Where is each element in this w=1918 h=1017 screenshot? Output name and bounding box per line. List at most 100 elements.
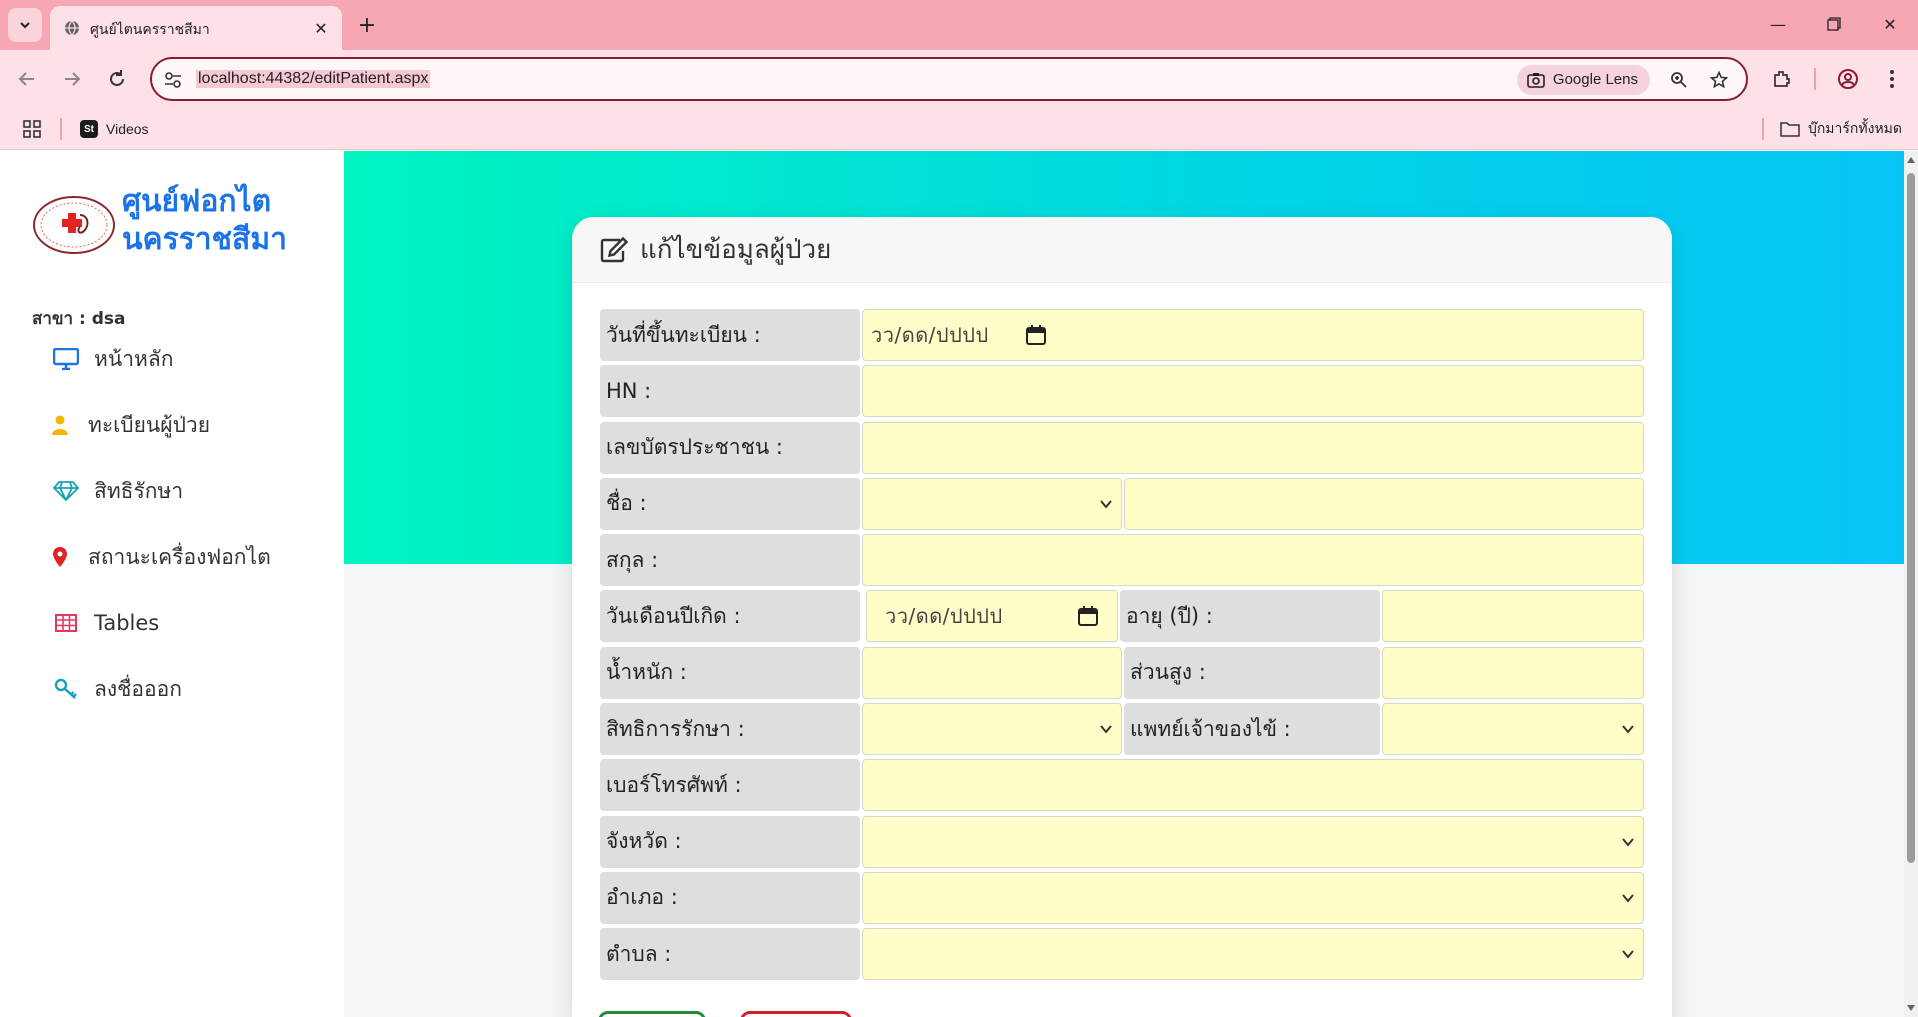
chevron-down-icon bbox=[1622, 725, 1634, 734]
folder-icon bbox=[1780, 122, 1800, 137]
sidebar-item-label: หน้าหลัก bbox=[94, 346, 174, 371]
chevron-down-icon bbox=[1100, 500, 1112, 509]
table-icon bbox=[52, 609, 80, 637]
chevron-down-icon bbox=[1622, 838, 1634, 847]
sidebar-item-label: ทะเบียนผู้ป่วย bbox=[88, 412, 211, 437]
google-lens-label: Google Lens bbox=[1552, 71, 1638, 88]
tab-title: ศูนย์ไตนครราชสีมา bbox=[90, 21, 210, 37]
reload-icon[interactable] bbox=[100, 62, 134, 96]
sidebar-item-label: สิทธิรักษา bbox=[94, 478, 184, 503]
scrollbar-thumb[interactable] bbox=[1907, 173, 1915, 863]
citizen-id-label: เลขบัตรประชาชน : bbox=[600, 421, 860, 474]
name-input[interactable] bbox=[1124, 477, 1644, 530]
form-row-register-date: วันที่ขึ้นทะเบียน : วว/ดด/ปปปป bbox=[600, 309, 1644, 361]
province-select[interactable] bbox=[862, 815, 1644, 868]
birth-date-label: วันเดือนปีเกิด : bbox=[600, 590, 860, 643]
brand-name[interactable]: ศูนย์ฟอกไต นครราชสีมา bbox=[122, 183, 287, 259]
minimize-icon[interactable]: — bbox=[1758, 8, 1798, 40]
address-bar[interactable]: localhost:44382/editPatient.aspx Google … bbox=[150, 57, 1748, 101]
edit-patient-card: แก้ไขข้อมูลผู้ป่วย วันที่ขึ้นทะเบียน : ว… bbox=[572, 217, 1672, 1017]
star-icon[interactable] bbox=[1706, 67, 1732, 93]
scroll-down-icon[interactable] bbox=[1906, 1003, 1916, 1013]
phone-input[interactable] bbox=[862, 759, 1644, 812]
form-row-hn: HN : bbox=[600, 365, 1644, 418]
hn-label: HN : bbox=[600, 365, 860, 418]
form-row-province: จังหวัด : bbox=[600, 815, 1644, 868]
toolbar-divider bbox=[1814, 68, 1816, 90]
bookmarks-divider bbox=[60, 118, 62, 140]
profile-icon[interactable] bbox=[1832, 63, 1864, 95]
calendar-icon[interactable] bbox=[1077, 605, 1099, 627]
phone-label: เบอร์โทรศัพท์ : bbox=[600, 759, 860, 812]
weight-label: น้ำหนัก : bbox=[600, 646, 860, 699]
card-header: แก้ไขข้อมูลผู้ป่วย bbox=[572, 217, 1672, 283]
site-info-icon[interactable] bbox=[162, 69, 184, 91]
google-lens-button[interactable]: Google Lens bbox=[1516, 65, 1650, 95]
patient-form: วันที่ขึ้นทะเบียน : วว/ดด/ปปปป HN : เลขบ… bbox=[600, 309, 1644, 985]
subdistrict-select[interactable] bbox=[862, 928, 1644, 981]
district-select[interactable] bbox=[862, 871, 1644, 924]
age-input[interactable] bbox=[1382, 590, 1644, 643]
close-window-icon[interactable]: ✕ bbox=[1870, 8, 1910, 40]
sidebar: ศูนย์ฟอกไต นครราชสีมา สาขา : dsa หน้าหลั… bbox=[0, 151, 344, 1017]
diamond-icon bbox=[52, 477, 80, 505]
brand-line-1: ศูนย์ฟอกไต bbox=[122, 184, 272, 219]
sidebar-item-logout[interactable]: ลงชื่อออก bbox=[52, 671, 182, 707]
user-icon bbox=[46, 411, 74, 439]
scroll-up-icon[interactable] bbox=[1906, 155, 1916, 165]
name-prefix-select[interactable] bbox=[862, 477, 1122, 530]
sidebar-item-patients[interactable]: ทะเบียนผู้ป่วย bbox=[46, 407, 210, 443]
all-bookmarks-button[interactable]: บุ๊กมาร์กทั้งหมด bbox=[1780, 117, 1902, 141]
forward-icon[interactable] bbox=[55, 62, 89, 96]
sidebar-item-label: ลงชื่อออก bbox=[94, 676, 182, 701]
surname-input[interactable] bbox=[862, 534, 1644, 587]
clinic-logo bbox=[33, 196, 115, 254]
subdistrict-label: ตำบล : bbox=[600, 928, 860, 981]
brand-line-2: นครราชสีมา bbox=[122, 222, 287, 257]
back-icon[interactable] bbox=[10, 62, 44, 96]
height-input[interactable] bbox=[1382, 646, 1644, 699]
browser-tab[interactable]: ศูนย์ไตนครราชสีมา ✕ bbox=[50, 6, 342, 50]
name-label: ชื่อ : bbox=[600, 477, 860, 530]
bookmark-videos[interactable]: St Videos bbox=[80, 117, 149, 141]
sidebar-item-rights[interactable]: สิทธิรักษา bbox=[52, 473, 183, 509]
register-date-input[interactable]: วว/ดด/ปปปป bbox=[862, 309, 1644, 361]
form-row-district: อำเภอ : bbox=[600, 871, 1644, 924]
monitor-icon bbox=[52, 345, 80, 373]
hn-input[interactable] bbox=[862, 365, 1644, 418]
chevron-down-icon bbox=[1100, 725, 1112, 734]
edit-icon bbox=[600, 236, 628, 262]
browser-toolbar: localhost:44382/editPatient.aspx Google … bbox=[0, 50, 1918, 108]
save-button[interactable] bbox=[598, 1011, 706, 1017]
treatment-right-select[interactable] bbox=[862, 703, 1122, 756]
sidebar-item-tables[interactable]: Tables bbox=[52, 605, 159, 641]
birth-date-input[interactable]: วว/ดด/ปปปป bbox=[866, 590, 1118, 643]
register-date-label: วันที่ขึ้นทะเบียน : bbox=[600, 309, 860, 361]
page-scrollbar[interactable] bbox=[1904, 151, 1918, 1017]
new-tab-button[interactable]: + bbox=[352, 10, 382, 40]
form-row-subdistrict: ตำบล : bbox=[600, 928, 1644, 981]
form-row-surname: สกุล : bbox=[600, 534, 1644, 587]
chevron-down-icon bbox=[1622, 950, 1634, 959]
url-text[interactable]: localhost:44382/editPatient.aspx bbox=[196, 70, 431, 88]
bookmarks-divider-right bbox=[1762, 118, 1764, 140]
citizen-id-input[interactable] bbox=[862, 421, 1644, 474]
doctor-label: แพทย์เจ้าของไข้ : bbox=[1124, 703, 1380, 756]
chevron-down-icon bbox=[20, 22, 30, 29]
cancel-button[interactable] bbox=[740, 1011, 852, 1017]
chevron-down-icon bbox=[1622, 894, 1634, 903]
camera-icon bbox=[1527, 73, 1545, 88]
apps-grid-icon[interactable] bbox=[22, 119, 42, 139]
doctor-select[interactable] bbox=[1382, 703, 1644, 756]
extensions-icon[interactable] bbox=[1766, 63, 1798, 95]
sidebar-item-home[interactable]: หน้าหลัก bbox=[52, 341, 173, 377]
restore-icon[interactable] bbox=[1814, 8, 1854, 40]
sidebar-item-machine-status[interactable]: สถานะเครื่องฟอกไต bbox=[46, 539, 271, 575]
bookmarks-bar: St Videos บุ๊กมาร์กทั้งหมด bbox=[0, 108, 1918, 150]
close-tab-icon[interactable]: ✕ bbox=[310, 17, 332, 39]
tab-search-button[interactable] bbox=[8, 8, 42, 42]
weight-input[interactable] bbox=[862, 646, 1122, 699]
calendar-icon[interactable] bbox=[1025, 324, 1047, 346]
zoom-icon[interactable] bbox=[1666, 67, 1692, 93]
menu-kebab-icon[interactable] bbox=[1876, 63, 1908, 95]
